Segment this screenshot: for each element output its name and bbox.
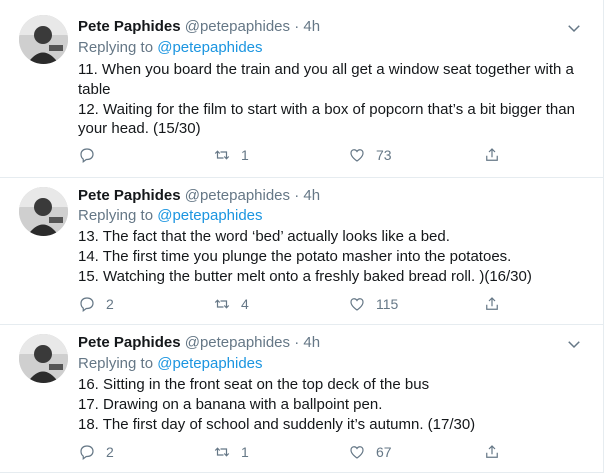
user-handle[interactable]: @petepaphides <box>185 18 290 35</box>
like-icon <box>350 149 364 162</box>
tweet-line: 16. Sitting in the front seat on the top… <box>78 376 430 393</box>
tweet-line: 12. Waiting for the film to start with a… <box>78 100 575 138</box>
tweet-line: 13. The fact that the word ‘bed’ actuall… <box>78 228 450 245</box>
like-icon <box>350 298 364 311</box>
avatar[interactable] <box>19 15 68 64</box>
reply-count: 2 <box>106 296 114 312</box>
avatar[interactable] <box>19 334 68 383</box>
retweet-count: 1 <box>241 147 249 163</box>
tweet[interactable]: Pete Paphides @petepaphides · 4h Replyin… <box>0 178 604 325</box>
replying-to-label: Replying to <box>78 355 158 372</box>
replying-to-label: Replying to <box>78 39 158 56</box>
tweet[interactable]: Pete Paphides @petepaphides · 4h Replyin… <box>0 325 604 473</box>
tweet-actions: 2 1 67 <box>78 442 508 462</box>
like-icon <box>350 446 364 459</box>
replying-to: Replying to @petepaphides <box>78 206 263 226</box>
retweet-count: 4 <box>241 296 249 312</box>
retweet-icon <box>214 150 230 160</box>
reply-icon <box>80 148 94 163</box>
retweet-button[interactable]: 1 <box>213 145 249 165</box>
tweet-actions: 1 73 <box>78 145 508 165</box>
separator-dot: · <box>294 334 300 351</box>
display-name[interactable]: Pete Paphides <box>78 187 181 204</box>
replying-to-link[interactable]: @petepaphides <box>157 355 262 372</box>
tweet-line: 18. The first day of school and suddenly… <box>78 415 476 433</box>
reply-icon <box>80 297 94 312</box>
share-button[interactable] <box>483 145 511 165</box>
user-handle[interactable]: @petepaphides <box>185 187 290 204</box>
reply-button[interactable]: 2 <box>78 442 114 462</box>
tweet-text: 16. Sitting in the front seat on the top… <box>78 375 588 434</box>
retweet-button[interactable]: 4 <box>213 294 249 314</box>
tweet-line: 15. Watching the butter melt onto a fres… <box>78 267 532 285</box>
chevron-down-icon[interactable] <box>565 19 583 37</box>
display-name[interactable]: Pete Paphides <box>78 334 181 351</box>
avatar[interactable] <box>19 187 68 236</box>
reply-button[interactable] <box>78 145 106 165</box>
tweet-text: 13. The fact that the word ‘bed’ actuall… <box>78 227 588 286</box>
tweet[interactable]: Pete Paphides @petepaphides · 4h Replyin… <box>0 0 604 178</box>
retweet-icon <box>214 299 230 309</box>
tweet-text: 11. When you board the train and you all… <box>78 60 588 139</box>
tweet-line: 17. Drawing on a banana with a ballpoint… <box>78 395 383 413</box>
timestamp[interactable]: 4h <box>303 18 320 35</box>
retweet-icon <box>214 447 230 457</box>
timestamp[interactable]: 4h <box>303 334 320 351</box>
reply-count: 2 <box>106 444 114 460</box>
replying-to-label: Replying to <box>78 207 158 224</box>
retweet-button[interactable]: 1 <box>213 442 249 462</box>
like-count: 73 <box>376 147 392 163</box>
like-count: 115 <box>376 296 399 312</box>
separator-dot: · <box>294 187 300 204</box>
reply-button[interactable]: 2 <box>78 294 114 314</box>
tweet-feed: Pete Paphides @petepaphides · 4h Replyin… <box>0 0 607 473</box>
timestamp[interactable]: 4h <box>303 187 320 204</box>
like-count: 67 <box>376 444 392 460</box>
replying-to: Replying to @petepaphides <box>78 354 263 374</box>
replying-to: Replying to @petepaphides <box>78 38 263 58</box>
display-name[interactable]: Pete Paphides <box>78 18 181 35</box>
tweet-header: Pete Paphides @petepaphides · 4h <box>78 17 320 37</box>
share-button[interactable] <box>483 294 511 314</box>
replying-to-link[interactable]: @petepaphides <box>157 207 262 224</box>
share-icon <box>486 445 498 458</box>
like-button[interactable]: 67 <box>348 442 392 462</box>
user-handle[interactable]: @petepaphides <box>185 334 290 351</box>
tweet-line: 14. The first time you plunge the potato… <box>78 247 512 265</box>
separator-dot: · <box>294 18 300 35</box>
replying-to-link[interactable]: @petepaphides <box>157 39 262 56</box>
like-button[interactable]: 115 <box>348 294 398 314</box>
like-button[interactable]: 73 <box>348 145 392 165</box>
tweet-line: 11. When you board the train and you all… <box>78 61 574 98</box>
share-button[interactable] <box>483 442 511 462</box>
tweet-header: Pete Paphides @petepaphides · 4h <box>78 333 320 353</box>
share-icon <box>486 297 498 310</box>
share-icon <box>486 148 498 161</box>
retweet-count: 1 <box>241 444 249 460</box>
chevron-down-icon[interactable] <box>565 335 583 353</box>
reply-icon <box>80 445 94 460</box>
tweet-header: Pete Paphides @petepaphides · 4h <box>78 186 320 206</box>
tweet-actions: 2 4 115 <box>78 294 508 314</box>
